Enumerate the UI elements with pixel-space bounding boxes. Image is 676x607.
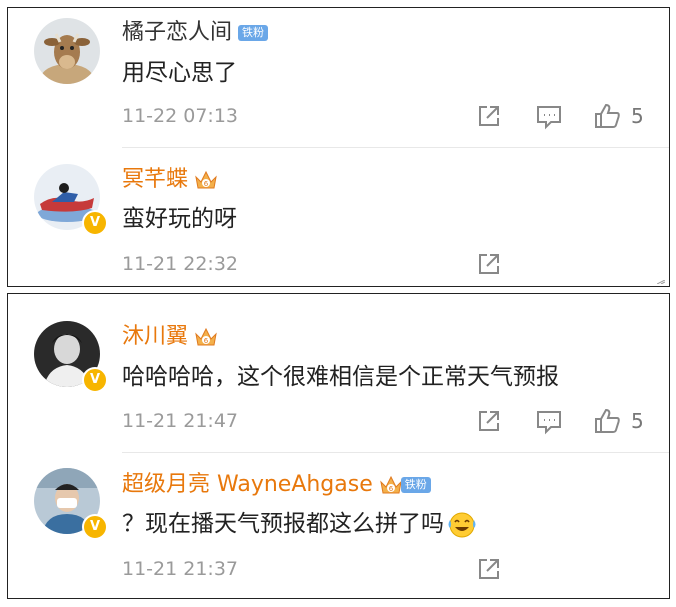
avatar[interactable] [34,18,100,84]
vip-crown-icon: 6 [379,475,402,494]
like-count: 5 [631,409,644,433]
username[interactable]: 沐川翼 [122,322,188,352]
divider [122,147,669,148]
comment-time: 11-22 07:13 [122,105,239,127]
divider [122,452,669,453]
crown-level: 6 [204,337,209,345]
comment-icon[interactable] [534,406,564,436]
vip-crown-icon: 6 [195,170,217,189]
resize-handle-icon [657,280,665,284]
share-icon[interactable] [474,249,504,279]
comment-text: 用尽心思了 [122,60,237,86]
username[interactable]: 超级月亮 WayneAhgase [122,470,373,500]
cow-avatar-icon [34,18,100,84]
username[interactable]: 冥芊蝶 [122,165,188,195]
share-icon[interactable] [474,101,504,131]
like-icon[interactable] [592,406,622,436]
verified-badge: V [82,210,108,236]
verified-badge: V [82,367,108,393]
laughing-crying-emoji-icon [448,512,476,537]
comment-time: 11-21 22:32 [122,253,239,275]
crown-level: 6 [204,180,209,188]
username[interactable]: 橘子恋人间 [122,18,232,48]
comment-text: ？现在播天气预报都这么拼了吗 [122,509,478,540]
verified-badge: V [82,514,108,540]
fan-badge: 铁粉 [400,477,431,493]
comment-panel-1: 橘子恋人间 铁粉 用尽心思了 11-22 07:13 5 V 冥芊蝶 6 蛮好玩… [7,7,670,287]
comment-text-content: ？现在播天气预报都这么拼了吗 [122,511,444,537]
like-count: 5 [631,104,644,128]
comment-text: 哈哈哈哈，这个很难相信是个正常天气预报 [122,364,559,390]
fan-badge: 铁粉 [238,25,269,41]
like-icon[interactable] [592,101,622,131]
comment-panel-2: V 沐川翼 6 哈哈哈哈，这个很难相信是个正常天气预报 11-21 21:47 … [7,293,670,599]
comment-time: 11-21 21:47 [122,410,239,432]
share-icon[interactable] [474,554,504,584]
vip-crown-icon: 6 [195,327,217,346]
share-icon[interactable] [474,406,504,436]
comment-text: 蛮好玩的呀 [122,206,237,232]
crown-level: 6 [389,485,394,493]
comment-icon[interactable] [534,101,564,131]
comment-time: 11-21 21:37 [122,558,239,580]
